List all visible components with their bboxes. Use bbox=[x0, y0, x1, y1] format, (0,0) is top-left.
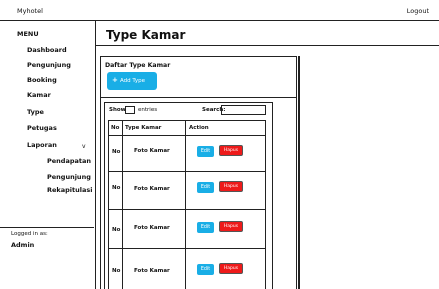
table-row-no: No bbox=[112, 149, 121, 155]
show-label: Show bbox=[109, 107, 126, 113]
sidebar-item-kamar[interactable]: Kamar bbox=[27, 91, 51, 99]
sidebar-item-booking[interactable]: Booking bbox=[27, 76, 57, 84]
delete-button[interactable]: Hapus bbox=[219, 263, 243, 274]
table-row-divider bbox=[108, 171, 266, 172]
sidebar-item-pengunjung[interactable]: Pengunjung bbox=[27, 61, 71, 69]
column-header-type: Type Kamar bbox=[125, 125, 162, 131]
sidebar-subitem-pengunjung[interactable]: Pengunjung bbox=[47, 173, 91, 181]
delete-button[interactable]: Hapus bbox=[219, 221, 243, 232]
table-border-top bbox=[108, 120, 266, 121]
table-row-divider bbox=[108, 209, 266, 210]
sidebar-subitem-rekapitulasi[interactable]: Rekapitulasi bbox=[47, 186, 92, 194]
table-row-photo: Foto Kamar bbox=[134, 268, 170, 274]
table-row-divider bbox=[108, 248, 266, 249]
top-bar bbox=[0, 0, 439, 21]
logout-link[interactable]: Logout bbox=[407, 7, 429, 15]
edit-button[interactable]: Edit bbox=[197, 182, 214, 193]
delete-button[interactable]: Hapus bbox=[219, 181, 243, 192]
edit-button[interactable]: Edit bbox=[197, 264, 214, 275]
entries-label: entries bbox=[138, 107, 158, 113]
table-row-photo: Foto Kamar bbox=[134, 148, 170, 154]
content-right-border bbox=[298, 56, 300, 289]
sidebar-item-laporan[interactable]: Laporan bbox=[27, 141, 57, 149]
table-row-photo: Foto Kamar bbox=[134, 186, 170, 192]
sidebar-divider bbox=[0, 227, 94, 228]
add-type-label: Add Type bbox=[120, 78, 146, 84]
edit-button[interactable]: Edit bbox=[197, 222, 214, 233]
table-row-photo: Foto Kamar bbox=[134, 225, 170, 231]
sidebar-item-type[interactable]: Type bbox=[27, 108, 44, 116]
chevron-down-icon[interactable]: v bbox=[82, 143, 86, 150]
entries-select[interactable] bbox=[125, 106, 135, 114]
table-col-divider bbox=[122, 120, 123, 289]
logged-in-label: Logged in as: bbox=[11, 231, 48, 237]
title-divider bbox=[96, 45, 439, 46]
sidebar-subitem-pendapatan[interactable]: Pendapatan bbox=[47, 157, 91, 165]
sidebar-item-dashboard[interactable]: Dashboard bbox=[27, 46, 67, 54]
table-col-divider bbox=[185, 120, 186, 289]
menu-heading: MENU bbox=[17, 30, 39, 38]
table-row-no: No bbox=[112, 268, 121, 274]
card-divider bbox=[100, 97, 297, 98]
plus-icon: + bbox=[112, 76, 118, 84]
card-title: Daftar Type Kamar bbox=[105, 62, 171, 69]
column-header-no: No bbox=[111, 125, 120, 131]
sidebar-item-petugas[interactable]: Petugas bbox=[27, 124, 57, 132]
table-row-no: No bbox=[112, 227, 121, 233]
logged-in-user: Admin bbox=[11, 241, 35, 249]
page-title: Type Kamar bbox=[106, 28, 186, 42]
table-header-bottom bbox=[108, 135, 266, 136]
column-header-action: Action bbox=[189, 125, 209, 131]
edit-button[interactable]: Edit bbox=[197, 146, 214, 157]
delete-button[interactable]: Hapus bbox=[219, 145, 243, 156]
search-input[interactable] bbox=[221, 105, 266, 115]
add-type-button[interactable]: + Add Type bbox=[107, 72, 157, 90]
table-row-no: No bbox=[112, 185, 121, 191]
app-title: Myhotel bbox=[17, 7, 43, 15]
